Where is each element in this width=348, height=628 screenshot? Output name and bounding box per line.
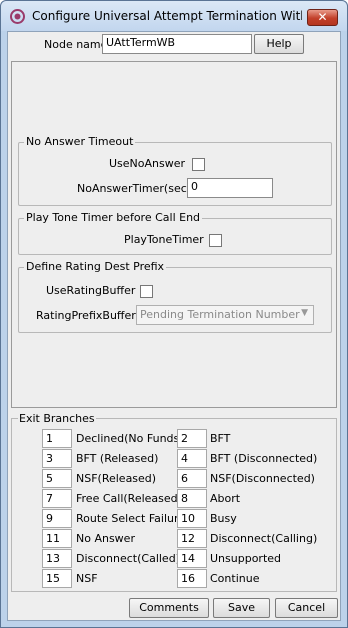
close-icon: ✕ bbox=[317, 10, 328, 24]
cancel-button[interactable]: Cancel bbox=[275, 598, 338, 618]
exit-branch-number: 8 bbox=[177, 489, 207, 508]
target-icon bbox=[10, 9, 25, 24]
exit-branch-number: 13 bbox=[42, 549, 72, 568]
save-button[interactable]: Save bbox=[213, 598, 270, 618]
exit-branch-number: 9 bbox=[42, 509, 72, 528]
exit-branch-number: 14 bbox=[177, 549, 207, 568]
rating-prefix-buffer-value: Pending Termination Number bbox=[140, 308, 300, 321]
use-no-answer-checkbox[interactable] bbox=[192, 158, 205, 171]
exit-branch-number: 3 bbox=[42, 449, 72, 468]
exit-branch-label: Abort bbox=[210, 492, 241, 505]
exit-branch-label: BFT bbox=[210, 432, 231, 445]
exit-branch-number: 7 bbox=[42, 489, 72, 508]
exit-branch-number: 12 bbox=[177, 529, 207, 548]
rating-prefix-buffer-select[interactable]: Pending Termination Number ▼ bbox=[136, 305, 314, 325]
exit-branch-number: 15 bbox=[42, 569, 72, 588]
node-name-value: UAttTermWB bbox=[106, 36, 176, 49]
dialog-window: Configure Universal Attempt Termination … bbox=[0, 0, 348, 628]
play-tone-group-title: Play Tone Timer before Call End bbox=[24, 211, 203, 224]
exit-branch-number: 4 bbox=[177, 449, 207, 468]
play-tone-timer-label: PlayToneTimer bbox=[124, 233, 204, 246]
exit-branch-label: Disconnect(Calling) bbox=[210, 532, 318, 545]
no-answer-timer-value: 0 bbox=[191, 180, 198, 193]
node-name-label: Node name bbox=[44, 38, 108, 51]
exit-branch-number: 11 bbox=[42, 529, 72, 548]
exit-branch-number: 6 bbox=[177, 469, 207, 488]
no-answer-timer-label: NoAnswerTimer(sec) bbox=[77, 182, 192, 195]
use-rating-buffer-label: UseRatingBuffer bbox=[46, 284, 136, 297]
chevron-down-icon: ▼ bbox=[301, 308, 308, 318]
title-bar[interactable]: Configure Universal Attempt Termination … bbox=[1, 1, 347, 31]
close-button[interactable]: ✕ bbox=[307, 9, 338, 26]
exit-branches-group: Exit Branches 1 Declined(No Funds) 2 BFT 3 BF… bbox=[11, 412, 337, 592]
exit-branch-label: BFT (Disconnected) bbox=[210, 452, 318, 465]
exit-branch-number: 2 bbox=[177, 429, 207, 448]
help-button[interactable]: Help bbox=[254, 34, 304, 54]
exit-branch-label: Busy bbox=[210, 512, 237, 525]
rating-group: Define Rating Dest Prefix UseRatingBuffe… bbox=[18, 260, 332, 333]
node-name-input[interactable]: UAttTermWB bbox=[102, 34, 252, 54]
exit-branch-label: NSF(Released) bbox=[76, 472, 157, 485]
exit-branch-label: Continue bbox=[210, 572, 260, 585]
exit-branch-number: 5 bbox=[42, 469, 72, 488]
config-panel: No Answer Timeout UseNoAnswer NoAnswerTi… bbox=[11, 61, 337, 408]
comments-button[interactable]: Comments bbox=[129, 598, 209, 618]
play-tone-timer-checkbox[interactable] bbox=[209, 234, 222, 247]
rating-prefix-buffer-label: RatingPrefixBuffer bbox=[36, 309, 136, 322]
no-answer-group-title: No Answer Timeout bbox=[24, 135, 136, 148]
use-rating-buffer-checkbox[interactable] bbox=[140, 285, 153, 298]
use-no-answer-label: UseNoAnswer bbox=[109, 157, 186, 170]
exit-branch-number: 16 bbox=[177, 569, 207, 588]
exit-branch-label: Disconnect(Called) bbox=[76, 552, 180, 565]
exit-branch-label: No Answer bbox=[76, 532, 135, 545]
exit-branches-title: Exit Branches bbox=[18, 412, 96, 425]
rating-group-title: Define Rating Dest Prefix bbox=[24, 260, 167, 273]
exit-branch-label: NSF(Disconnected) bbox=[210, 472, 315, 485]
exit-branch-label: BFT (Released) bbox=[76, 452, 159, 465]
exit-branch-label: Route Select Failure bbox=[76, 512, 186, 525]
exit-branch-number: 10 bbox=[177, 509, 207, 528]
no-answer-timer-input[interactable]: 0 bbox=[187, 178, 273, 198]
play-tone-group: Play Tone Timer before Call End PlayTone… bbox=[18, 211, 332, 255]
exit-branch-label: Unsupported bbox=[210, 552, 282, 565]
exit-branch-label: NSF bbox=[76, 572, 98, 585]
dialog-body: Node name UAttTermWB Help No Answer Time… bbox=[7, 31, 341, 621]
exit-branch-number: 1 bbox=[42, 429, 72, 448]
exit-branch-label: Declined(No Funds) bbox=[76, 432, 184, 445]
exit-branch-label: Free Call(Released) bbox=[76, 492, 182, 505]
window-title: Configure Universal Attempt Termination … bbox=[32, 9, 302, 23]
no-answer-group: No Answer Timeout UseNoAnswer NoAnswerTi… bbox=[18, 135, 332, 206]
